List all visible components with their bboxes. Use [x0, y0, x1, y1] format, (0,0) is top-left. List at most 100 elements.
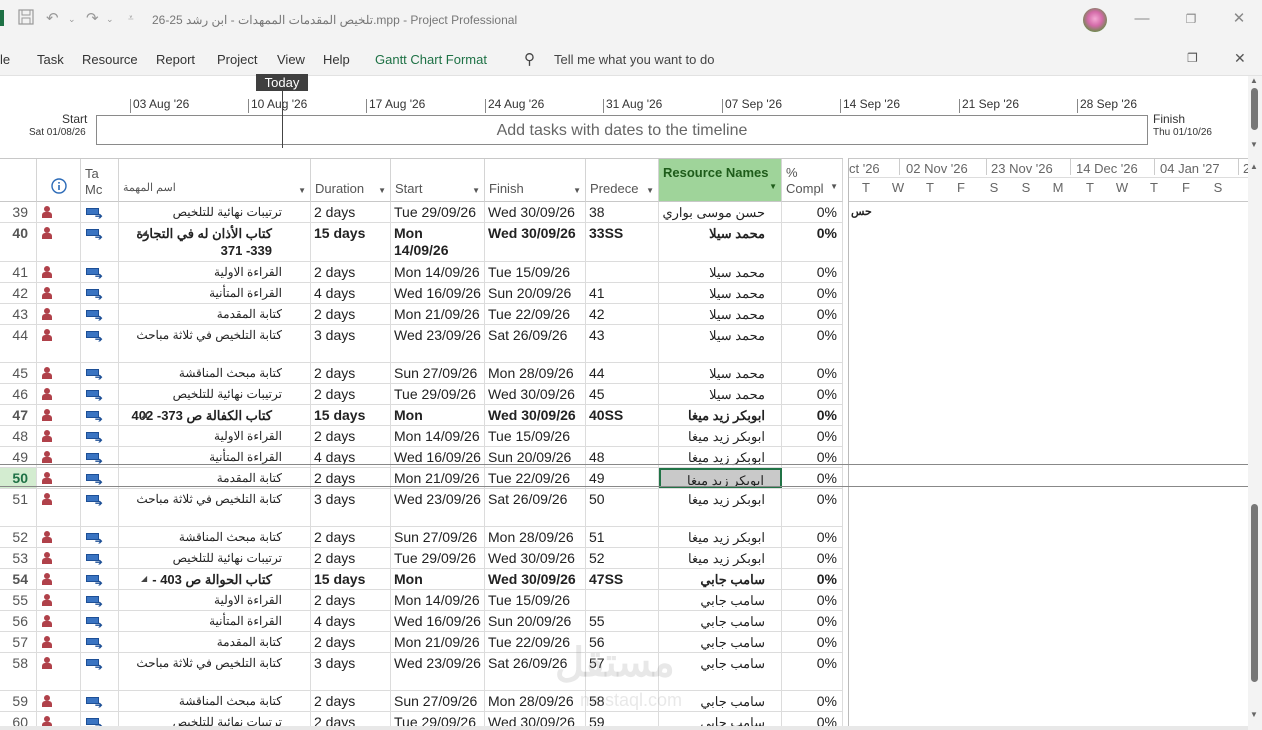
- task-id[interactable]: 52: [0, 527, 37, 547]
- task-start[interactable]: Sun 27/09/26: [391, 363, 485, 383]
- task-resource[interactable]: محمد سيلا: [659, 363, 782, 383]
- task-finish[interactable]: Tue 22/09/26: [485, 304, 586, 324]
- task-duration[interactable]: 3 days: [311, 653, 391, 690]
- minimize-icon[interactable]: —: [1131, 8, 1153, 30]
- horizontal-scrollbar[interactable]: [0, 726, 1248, 730]
- task-start[interactable]: Wed 16/09/26: [391, 283, 485, 303]
- ribbon-display-icon[interactable]: ❐: [1187, 51, 1198, 65]
- task-row[interactable]: 59 كتابة مبحث المناقشة 2 days Sun 27/09/26 M…: [0, 691, 843, 712]
- task-predecessors[interactable]: 38: [586, 202, 659, 222]
- task-start[interactable]: Mon 14/09/26: [391, 569, 485, 589]
- task-id[interactable]: 55: [0, 590, 37, 610]
- task-start[interactable]: Wed 23/09/26: [391, 653, 485, 690]
- task-name[interactable]: كتابة التلخيص في ثلاثة مباحث: [119, 653, 311, 690]
- menu-file[interactable]: le: [0, 52, 10, 67]
- task-name[interactable]: كتاب الحوالة ص 403 - 424: [119, 569, 311, 589]
- task-row[interactable]: 44 كتابة التلخيص في ثلاثة مباحث 3 days Wed …: [0, 325, 843, 363]
- task-resource[interactable]: سامب جابي: [659, 569, 782, 589]
- task-percent-complete[interactable]: 0%: [782, 426, 843, 446]
- task-id[interactable]: 50: [0, 468, 37, 488]
- task-percent-complete[interactable]: 0%: [782, 653, 843, 690]
- task-name[interactable]: كتابة مبحث المناقشة: [119, 527, 311, 547]
- task-id[interactable]: 46: [0, 384, 37, 404]
- task-duration[interactable]: 2 days: [311, 262, 391, 282]
- task-percent-complete[interactable]: 0%: [782, 527, 843, 547]
- dropdown-icon[interactable]: ▼: [573, 186, 581, 195]
- task-start[interactable]: Mon 14/09/26: [391, 590, 485, 610]
- task-predecessors[interactable]: 47SS: [586, 569, 659, 589]
- task-row[interactable]: 58 كتابة التلخيص في ثلاثة مباحث 3 days Wed …: [0, 653, 843, 691]
- task-id[interactable]: 45: [0, 363, 37, 383]
- task-start[interactable]: Mon 21/09/26: [391, 468, 485, 488]
- task-name[interactable]: القراءة المتأنية: [119, 283, 311, 303]
- task-resource[interactable]: محمد سيلا: [659, 304, 782, 324]
- task-finish[interactable]: Tue 15/09/26: [485, 262, 586, 282]
- task-resource[interactable]: محمد سيلا: [659, 384, 782, 404]
- task-duration[interactable]: 2 days: [311, 363, 391, 383]
- collapse-icon[interactable]: ◢: [141, 228, 147, 237]
- task-predecessors[interactable]: 33SS: [586, 223, 659, 261]
- task-start[interactable]: Mon 14/09/26: [391, 223, 485, 261]
- header-finish[interactable]: Finish ▼: [485, 159, 586, 202]
- task-duration[interactable]: 2 days: [311, 384, 391, 404]
- task-predecessors[interactable]: 51: [586, 527, 659, 547]
- task-resource[interactable]: سامب جابي: [659, 611, 782, 631]
- redo-icon[interactable]: ↷: [86, 9, 99, 29]
- task-resource[interactable]: سامب جابي: [659, 590, 782, 610]
- task-id[interactable]: 40: [0, 223, 37, 261]
- task-row[interactable]: 39 ترتيبات نهائية للتلخيص 2 days Tue 29/09/…: [0, 202, 843, 223]
- task-resource[interactable]: ابوبكر زيد ميغا: [659, 489, 782, 526]
- header-task-name[interactable]: اسم المهمة ▼: [119, 159, 311, 202]
- task-start[interactable]: Tue 29/09/26: [391, 548, 485, 568]
- task-start[interactable]: Sun 27/09/26: [391, 527, 485, 547]
- scroll-down-icon[interactable]: ▼: [1250, 710, 1258, 719]
- dropdown-icon[interactable]: ▼: [472, 186, 480, 195]
- task-finish[interactable]: Mon 28/09/26: [485, 527, 586, 547]
- task-finish[interactable]: Wed 30/09/26: [485, 202, 586, 222]
- dropdown-icon[interactable]: ▼: [830, 179, 838, 195]
- task-row[interactable]: 54 كتاب الحوالة ص 403 - 42415 daysMon 14/…: [0, 569, 843, 590]
- task-finish[interactable]: Tue 15/09/26: [485, 590, 586, 610]
- task-start[interactable]: Wed 23/09/26: [391, 489, 485, 526]
- header-predecessors[interactable]: Predece ▼: [586, 159, 659, 202]
- task-predecessors[interactable]: [586, 426, 659, 446]
- task-name[interactable]: القراءة الاولية: [119, 262, 311, 282]
- task-percent-complete[interactable]: 0%: [782, 223, 843, 261]
- task-percent-complete[interactable]: 0%: [782, 548, 843, 568]
- dropdown-icon[interactable]: ▼: [378, 186, 386, 195]
- menu-task[interactable]: Task: [37, 52, 64, 67]
- task-row[interactable]: 40 كتاب الأذان له في التجارة 339- 371 15 d…: [0, 223, 843, 262]
- header-indicators[interactable]: [37, 159, 81, 202]
- header-resource-names[interactable]: Resource Names ▼: [659, 159, 782, 202]
- task-start[interactable]: Tue 29/09/26: [391, 384, 485, 404]
- dropdown-icon[interactable]: ▼: [298, 186, 306, 195]
- customize-quick-access-icon[interactable]: ⩡: [128, 9, 134, 29]
- task-resource[interactable]: محمد سيلا: [659, 325, 782, 362]
- task-row[interactable]: 45 كتابة مبحث المناقشة 2 days Sun 27/09/26 M…: [0, 363, 843, 384]
- task-id[interactable]: 51: [0, 489, 37, 526]
- task-row[interactable]: 42 القراءة المتأنية 4 days Wed 16/09/26 Sun …: [0, 283, 843, 304]
- task-predecessors[interactable]: 40SS: [586, 405, 659, 425]
- header-percent-complete[interactable]: % Compl ▼: [782, 159, 843, 202]
- task-finish[interactable]: Mon 28/09/26: [485, 363, 586, 383]
- collapse-icon[interactable]: ◢: [141, 574, 147, 583]
- task-resource[interactable]: ابوبكر زيد ميغا: [659, 468, 782, 488]
- task-predecessors[interactable]: 43: [586, 325, 659, 362]
- task-resource[interactable]: ابوبكر زيد ميغا: [659, 527, 782, 547]
- task-percent-complete[interactable]: 0%: [782, 384, 843, 404]
- timeline-scroll-thumb[interactable]: [1251, 88, 1258, 130]
- task-resource[interactable]: ابوبكر زيد ميغا: [659, 405, 782, 425]
- task-id[interactable]: 48: [0, 426, 37, 446]
- menu-project[interactable]: Project: [217, 52, 257, 67]
- header-id[interactable]: [0, 159, 37, 202]
- task-finish[interactable]: Wed 30/09/26: [485, 384, 586, 404]
- task-name[interactable]: ترتيبات نهائية للتلخيص: [119, 384, 311, 404]
- task-percent-complete[interactable]: 0%: [782, 262, 843, 282]
- dropdown-icon[interactable]: ▼: [769, 179, 777, 195]
- task-start[interactable]: Mon 21/09/26: [391, 632, 485, 652]
- task-row[interactable]: 51 كتابة التلخيص في ثلاثة مباحث 3 days Wed …: [0, 489, 843, 527]
- task-duration[interactable]: 2 days: [311, 304, 391, 324]
- task-row[interactable]: 56 القراءة المتأنية 4 days Wed 16/09/26 Sun …: [0, 611, 843, 632]
- task-duration[interactable]: 2 days: [311, 527, 391, 547]
- task-duration[interactable]: 2 days: [311, 548, 391, 568]
